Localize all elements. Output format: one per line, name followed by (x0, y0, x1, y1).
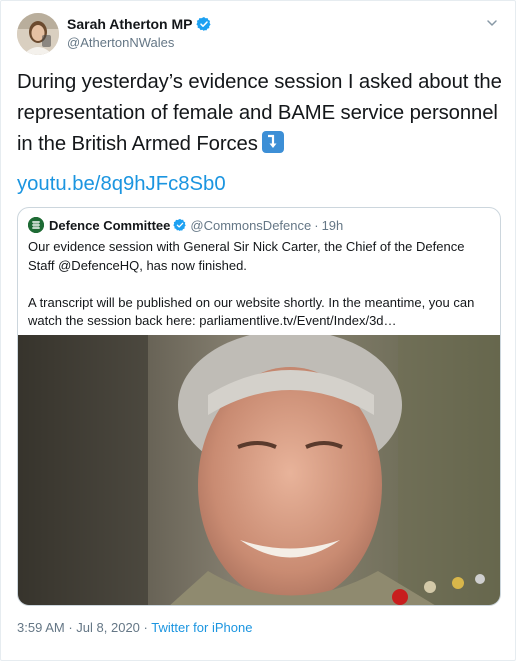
quoted-author-handle[interactable]: @CommonsDefence (190, 218, 311, 233)
author-name-row: Sarah Atherton MP (67, 16, 212, 32)
quoted-paragraph-2: A transcript will be published on our we… (28, 294, 475, 329)
tweet-card: Sarah Atherton MP @AthertonNWales During… (0, 0, 516, 661)
tweet-link[interactable]: youtu.be/8q9hJFc8Sb0 (17, 173, 226, 196)
verified-badge-icon (195, 17, 211, 31)
quoted-tweet-header: Defence Committee @CommonsDefence · 19h (28, 217, 343, 233)
quoted-paragraph-1: Our evidence session with General Sir Ni… (28, 239, 465, 273)
quoted-time[interactable]: 19h (322, 218, 344, 233)
tweet-text-body: During yesterday’s evidence session I as… (17, 71, 502, 155)
author-name[interactable]: Sarah Atherton MP (67, 16, 193, 32)
verified-badge-icon (173, 218, 187, 232)
meta-separator: · (143, 620, 148, 635)
tweet-meta: 3:59 AM · Jul 8, 2020 · Twitter for iPho… (17, 620, 252, 635)
portcullis-logo-icon (28, 217, 44, 233)
author-avatar[interactable] (17, 13, 59, 55)
quoted-tweet-text: Our evidence session with General Sir Ni… (28, 238, 488, 331)
meta-separator: · (68, 620, 73, 635)
tweet-source[interactable]: Twitter for iPhone (151, 620, 252, 635)
chevron-down-icon[interactable] (486, 17, 498, 29)
tweet-text: During yesterday’s evidence session I as… (17, 67, 503, 160)
avatar-photo (17, 13, 59, 55)
tweet-date[interactable]: Jul 8, 2020 (76, 620, 140, 635)
quoted-tweet[interactable]: Defence Committee @CommonsDefence · 19h … (17, 207, 501, 606)
quoted-author-name[interactable]: Defence Committee (49, 218, 170, 233)
author-handle[interactable]: @AthertonNWales (67, 35, 174, 50)
arrow-down-right-emoji-icon (261, 131, 284, 153)
quoted-tweet-photo[interactable] (18, 335, 501, 606)
quoted-separator: · (314, 217, 319, 233)
tweet-time[interactable]: 3:59 AM (17, 620, 65, 635)
